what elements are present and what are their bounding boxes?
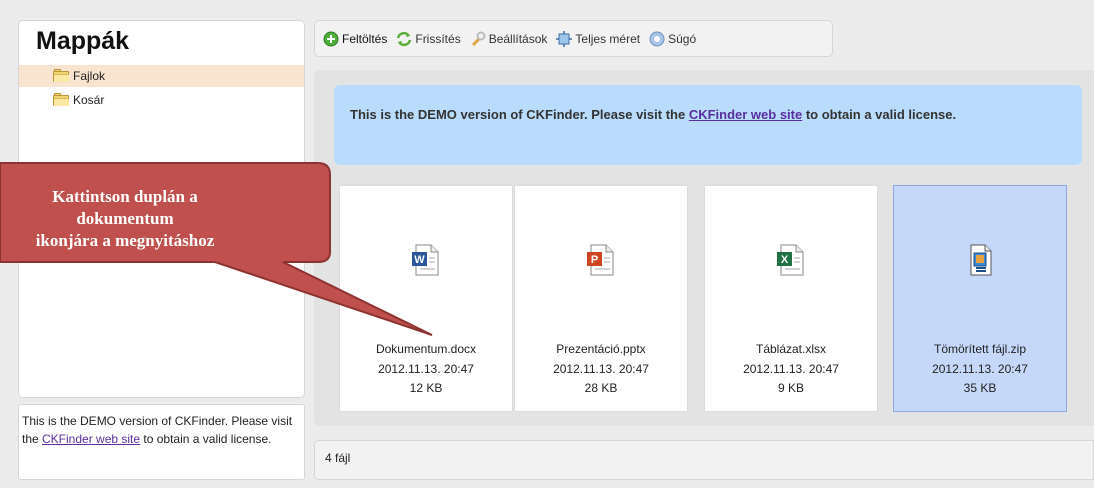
fullscreen-icon xyxy=(556,30,573,47)
folder-item-kosar[interactable]: Kosár xyxy=(19,89,304,111)
fullscreen-button[interactable]: Teljes méret xyxy=(556,30,640,47)
toolbar: Feltöltés Frissítés Beállítások Teljes m… xyxy=(314,20,833,57)
banner-text: This is the DEMO version of CKFinder. Pl… xyxy=(350,107,689,122)
ckfinder-link[interactable]: CKFinder web site xyxy=(42,432,140,446)
file-name: Prezentáció.pptx xyxy=(556,342,646,356)
zip-file-icon xyxy=(964,244,996,276)
file-size: 12 KB xyxy=(409,381,443,395)
callout-text: Kattintson duplán a dokumentum ikonjára … xyxy=(0,182,320,260)
svg-text:W: W xyxy=(414,254,425,266)
file-date: 2012.11.13. 20:47 xyxy=(553,362,649,376)
file-date: 2012.11.13. 20:47 xyxy=(378,362,474,376)
callout-line-1: Kattintson duplán a xyxy=(52,187,198,206)
callout-line-2: dokumentum xyxy=(76,209,174,228)
file-area: This is the DEMO version of CKFinder. Pl… xyxy=(314,70,1094,426)
help-button[interactable]: Súgó xyxy=(649,31,696,47)
help-icon xyxy=(649,31,665,47)
file-count: 4 fájl xyxy=(325,451,351,465)
word-file-icon: W xyxy=(410,244,442,276)
file-date: 2012.11.13. 20:47 xyxy=(932,362,1028,376)
file-date: 2012.11.13. 20:47 xyxy=(743,362,839,376)
folder-icon xyxy=(53,93,69,106)
demo-notice-text-end: to obtain a valid license. xyxy=(140,432,272,446)
svg-text:P: P xyxy=(591,254,598,266)
banner-ckfinder-link[interactable]: CKFinder web site xyxy=(689,107,802,122)
settings-button[interactable]: Beállítások xyxy=(470,31,547,47)
svg-text:X: X xyxy=(781,254,789,266)
file-name: Dokumentum.docx xyxy=(375,342,477,356)
folders-title: Mappák xyxy=(36,27,130,55)
status-bar: 4 fájl xyxy=(314,440,1094,480)
file-size: 9 KB xyxy=(777,381,804,395)
folder-label: Fajlok xyxy=(73,69,106,83)
file-item-zip[interactable]: Tömörített fájl.zip 2012.11.13. 20:47 35… xyxy=(893,185,1067,412)
file-size: 35 KB xyxy=(963,381,997,395)
file-item-pptx[interactable]: P Prezentáció.pptx 2012.11.13. 20:47 28 … xyxy=(514,185,688,412)
file-size: 28 KB xyxy=(584,381,618,395)
powerpoint-file-icon: P xyxy=(585,244,617,276)
file-name: Táblázat.xlsx xyxy=(755,342,827,356)
refresh-icon xyxy=(396,31,412,47)
demo-banner: This is the DEMO version of CKFinder. Pl… xyxy=(334,85,1082,165)
settings-icon xyxy=(470,31,486,47)
file-item-docx[interactable]: W Dokumentum.docx 2012.11.13. 20:47 12 K… xyxy=(339,185,513,412)
file-name: Tömörített fájl.zip xyxy=(933,342,1027,356)
file-item-xlsx[interactable]: X Táblázat.xlsx 2012.11.13. 20:47 9 KB xyxy=(704,185,878,412)
refresh-button[interactable]: Frissítés xyxy=(396,31,461,47)
upload-icon xyxy=(323,31,339,47)
folder-label: Kosár xyxy=(73,93,105,107)
callout-line-3: ikonjára a megnyitáshoz xyxy=(35,231,215,250)
demo-notice: This is the DEMO version of CKFinder. Pl… xyxy=(18,404,305,480)
upload-button[interactable]: Feltöltés xyxy=(323,31,387,47)
excel-file-icon: X xyxy=(775,244,807,276)
banner-text-end: to obtain a valid license. xyxy=(802,107,957,122)
folder-icon xyxy=(53,69,69,82)
folder-item-fajlok[interactable]: Fajlok xyxy=(19,65,304,87)
